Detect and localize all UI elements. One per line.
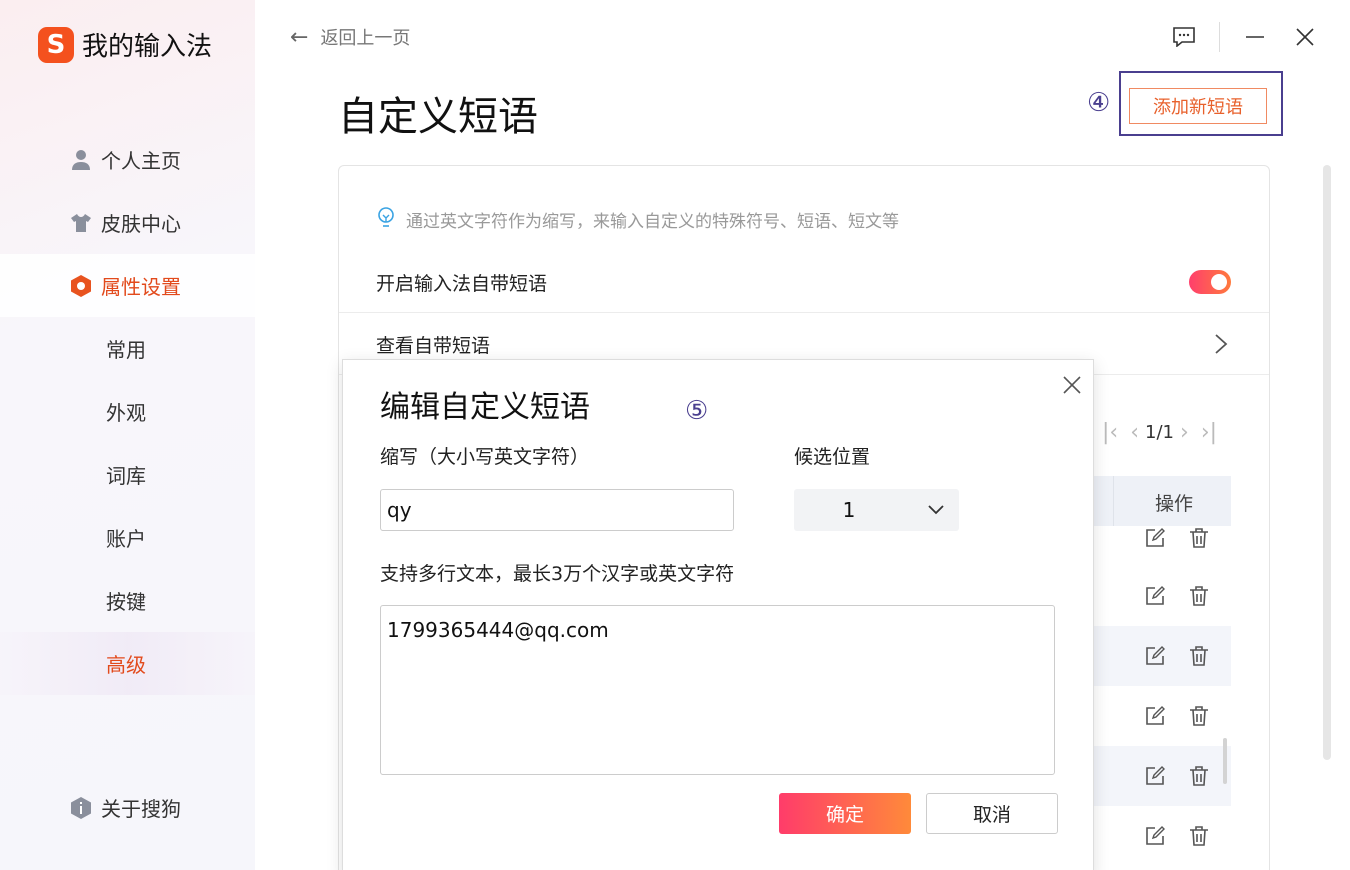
table-row: [1093, 566, 1231, 626]
user-icon: [70, 149, 92, 171]
info-icon: [70, 796, 92, 819]
operation-column-header: 操作: [1155, 493, 1194, 515]
sidebar-item-label: 个人主页: [101, 149, 181, 173]
app-name: 我的输入法: [82, 32, 213, 62]
dialog-close-icon[interactable]: [1059, 372, 1085, 398]
last-page-icon[interactable]: ›|: [1201, 420, 1217, 445]
phrase-content-textarea[interactable]: 1799365444@qq.com: [380, 605, 1055, 775]
sidebar-item-skin[interactable]: 皮肤中心: [0, 191, 255, 254]
delete-icon[interactable]: [1187, 764, 1211, 788]
delete-icon[interactable]: [1187, 526, 1211, 550]
candidate-position-label: 候选位置: [794, 446, 871, 468]
edit-icon[interactable]: [1143, 584, 1167, 608]
minimize-icon[interactable]: [1240, 22, 1270, 52]
delete-icon[interactable]: [1187, 704, 1211, 728]
hint-row: 通过英文字符作为缩写，来输入自定义的特殊符号、短语、短文等: [376, 206, 899, 233]
arrow-left-icon: ←: [290, 24, 309, 50]
table-row: [1093, 806, 1231, 866]
dialog-title: 编辑自定义短语: [380, 390, 590, 425]
sidebar-subitem-common[interactable]: 常用: [0, 317, 255, 380]
delete-icon[interactable]: [1187, 584, 1211, 608]
delete-icon[interactable]: [1187, 644, 1211, 668]
prev-page-icon[interactable]: ‹: [1130, 420, 1139, 445]
content-label: 支持多行文本，最长3万个汉字或英文字符: [380, 563, 735, 585]
close-icon[interactable]: [1290, 22, 1320, 52]
cancel-button[interactable]: 取消: [926, 793, 1058, 834]
sidebar-item-profile[interactable]: 个人主页: [0, 128, 255, 191]
row-divider: [339, 312, 1269, 313]
edit-icon[interactable]: [1143, 824, 1167, 848]
page-scrollbar[interactable]: [1323, 165, 1331, 760]
edit-phrase-dialog: 编辑自定义短语 ⑤ 缩写（大小写英文字符） 候选位置 1 支持多行文本，最长3万…: [342, 359, 1094, 870]
table-row: [1093, 746, 1231, 806]
sidebar-subitem-advanced[interactable]: 高级: [0, 632, 255, 695]
candidate-position-select[interactable]: 1: [794, 489, 959, 531]
page-title: 自定义短语: [338, 94, 538, 140]
edit-icon[interactable]: [1143, 644, 1167, 668]
abbreviation-input[interactable]: [380, 489, 734, 531]
brand: S 我的输入法: [38, 26, 212, 63]
back-link[interactable]: ← 返回上一页: [290, 24, 410, 50]
view-builtin-phrases-label[interactable]: 查看自带短语: [376, 331, 490, 358]
shirt-icon: [70, 212, 92, 234]
table-scrollbar[interactable]: [1223, 738, 1227, 784]
step-marker-4: ④: [1087, 88, 1111, 118]
pagination: |‹ ‹ 1/1 › ›|: [1096, 420, 1223, 445]
settings-hex-icon: [70, 274, 92, 297]
sidebar-subitem-dictionary[interactable]: 词库: [0, 443, 255, 506]
candidate-position-value: 1: [842, 498, 856, 522]
sidebar-item-label: 皮肤中心: [101, 212, 181, 236]
sidebar-subitem-keys[interactable]: 按键: [0, 569, 255, 632]
page-indicator: 1/1: [1145, 422, 1174, 443]
feedback-icon[interactable]: [1169, 22, 1199, 52]
column-divider: [1113, 476, 1114, 526]
sidebar-subitem-appearance[interactable]: 外观: [0, 380, 255, 443]
table-row: [1093, 686, 1231, 746]
add-phrase-button[interactable]: 添加新短语: [1129, 88, 1267, 124]
sidebar-subitem-account[interactable]: 账户: [0, 506, 255, 569]
sidebar-item-label: 属性设置: [101, 275, 181, 299]
step-marker-5: ⑤: [685, 396, 709, 426]
chevron-down-icon: [927, 500, 945, 522]
edit-icon[interactable]: [1143, 526, 1167, 550]
confirm-button[interactable]: 确定: [779, 793, 911, 834]
titlebar-divider: [1219, 22, 1220, 52]
first-page-icon[interactable]: |‹: [1102, 420, 1118, 445]
lightbulb-icon: [376, 206, 396, 233]
window-controls: [1149, 22, 1320, 52]
hint-text: 通过英文字符作为缩写，来输入自定义的特殊符号、短语、短文等: [406, 212, 899, 232]
chevron-right-icon[interactable]: [1214, 332, 1228, 363]
sidebar-item-about[interactable]: 关于搜狗: [0, 776, 255, 839]
sidebar-item-label: 关于搜狗: [101, 797, 181, 821]
table-row: [1093, 626, 1231, 686]
builtin-phrase-toggle-label: 开启输入法自带短语: [376, 273, 548, 295]
sogou-logo-icon: S: [38, 26, 74, 63]
sidebar: S 我的输入法 个人主页 皮肤中心 属性设置 常用 外观 词库 账户 按键 高级…: [0, 0, 255, 870]
back-label: 返回上一页: [320, 28, 411, 49]
delete-icon[interactable]: [1187, 824, 1211, 848]
abbreviation-label: 缩写（大小写英文字符）: [380, 446, 590, 468]
sidebar-item-settings[interactable]: 属性设置: [0, 254, 255, 317]
next-page-icon[interactable]: ›: [1180, 420, 1189, 445]
builtin-phrase-toggle[interactable]: [1189, 270, 1231, 294]
edit-icon[interactable]: [1143, 764, 1167, 788]
edit-icon[interactable]: [1143, 704, 1167, 728]
